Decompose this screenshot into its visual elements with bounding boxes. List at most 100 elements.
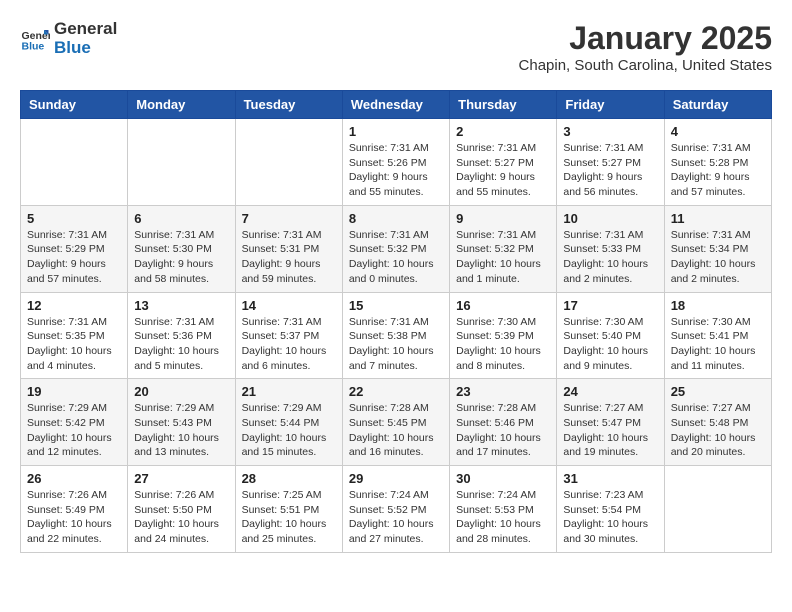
month-title: January 2025: [519, 20, 772, 57]
calendar-cell: 9Sunrise: 7:31 AM Sunset: 5:32 PM Daylig…: [450, 205, 557, 292]
day-info: Sunrise: 7:31 AM Sunset: 5:30 PM Dayligh…: [134, 228, 228, 287]
calendar-cell: 19Sunrise: 7:29 AM Sunset: 5:42 PM Dayli…: [21, 379, 128, 466]
calendar-cell: 23Sunrise: 7:28 AM Sunset: 5:46 PM Dayli…: [450, 379, 557, 466]
calendar-cell: 22 Sunrise: 7:28 AM Sunset: 5:45 PM Dayli…: [342, 379, 449, 466]
day-info: Sunrise: 7:31 AM Sunset: 5:27 PM Dayligh…: [563, 141, 657, 200]
week-row-1: 1 Sunrise: 7:31 AM Sunset: 5:26 PM Daylig…: [21, 119, 772, 206]
day-number: 17: [563, 298, 657, 313]
day-number: 14: [242, 298, 336, 313]
day-number: 23: [456, 384, 550, 399]
day-number: 18: [671, 298, 765, 313]
day-info: Sunrise: 7:24 AM Sunset: 5:53 PM Dayligh…: [456, 488, 550, 547]
calendar-cell: [128, 119, 235, 206]
day-info: Sunrise: 7:23 AM Sunset: 5:54 PM Dayligh…: [563, 488, 657, 547]
day-info: Sunrise: 7:31 AM Sunset: 5:37 PM Dayligh…: [242, 315, 336, 374]
day-number: 3: [563, 124, 657, 139]
logo-icon: General Blue: [20, 24, 50, 54]
day-info: Sunrise: 7:26 AM Sunset: 5:50 PM Dayligh…: [134, 488, 228, 547]
day-number: 7: [242, 211, 336, 226]
day-number: 5: [27, 211, 121, 226]
logo-general: General: [54, 20, 117, 39]
weekday-header-sunday: Sunday: [21, 91, 128, 119]
day-info: Sunrise: 7:31 AM Sunset: 5:29 PM Dayligh…: [27, 228, 121, 287]
day-info: Sunrise: 7:29 AM Sunset: 5:42 PM Dayligh…: [27, 401, 121, 460]
day-number: 28: [242, 471, 336, 486]
week-row-3: 12 Sunrise: 7:31 AM Sunset: 5:35 PM Dayli…: [21, 292, 772, 379]
day-info: Sunrise: 7:31 AM Sunset: 5:32 PM Dayligh…: [456, 228, 550, 287]
day-number: 8: [349, 211, 443, 226]
day-info: Sunrise: 7:31 AM Sunset: 5:34 PM Dayligh…: [671, 228, 765, 287]
calendar-cell: 3 Sunrise: 7:31 AM Sunset: 5:27 PM Daylig…: [557, 119, 664, 206]
day-number: 2: [456, 124, 550, 139]
calendar-cell: 4 Sunrise: 7:31 AM Sunset: 5:28 PM Daylig…: [664, 119, 771, 206]
day-info: Sunrise: 7:31 AM Sunset: 5:28 PM Dayligh…: [671, 141, 765, 200]
calendar-cell: 8 Sunrise: 7:31 AM Sunset: 5:32 PM Daylig…: [342, 205, 449, 292]
logo: General Blue General Blue: [20, 20, 117, 57]
day-info: Sunrise: 7:31 AM Sunset: 5:32 PM Dayligh…: [349, 228, 443, 287]
calendar-cell: [664, 466, 771, 553]
calendar-table: SundayMondayTuesdayWednesdayThursdayFrid…: [20, 90, 772, 553]
weekday-header-row: SundayMondayTuesdayWednesdayThursdayFrid…: [21, 91, 772, 119]
weekday-header-wednesday: Wednesday: [342, 91, 449, 119]
calendar-cell: 11 Sunrise: 7:31 AM Sunset: 5:34 PM Dayli…: [664, 205, 771, 292]
weekday-header-saturday: Saturday: [664, 91, 771, 119]
day-info: Sunrise: 7:31 AM Sunset: 5:38 PM Dayligh…: [349, 315, 443, 374]
svg-text:Blue: Blue: [22, 40, 45, 52]
day-number: 30: [456, 471, 550, 486]
day-number: 1: [349, 124, 443, 139]
day-number: 26: [27, 471, 121, 486]
calendar-cell: 2 Sunrise: 7:31 AM Sunset: 5:27 PM Daylig…: [450, 119, 557, 206]
calendar-cell: 26 Sunrise: 7:26 AM Sunset: 5:49 PM Dayli…: [21, 466, 128, 553]
day-info: Sunrise: 7:29 AM Sunset: 5:43 PM Dayligh…: [134, 401, 228, 460]
title-block: January 2025 Chapin, South Carolina, Uni…: [519, 20, 772, 74]
calendar-cell: 6 Sunrise: 7:31 AM Sunset: 5:30 PM Daylig…: [128, 205, 235, 292]
day-info: Sunrise: 7:31 AM Sunset: 5:27 PM Dayligh…: [456, 141, 550, 200]
calendar-cell: 14 Sunrise: 7:31 AM Sunset: 5:37 PM Dayli…: [235, 292, 342, 379]
week-row-5: 26 Sunrise: 7:26 AM Sunset: 5:49 PM Dayli…: [21, 466, 772, 553]
day-info: Sunrise: 7:26 AM Sunset: 5:49 PM Dayligh…: [27, 488, 121, 547]
calendar-cell: 7 Sunrise: 7:31 AM Sunset: 5:31 PM Daylig…: [235, 205, 342, 292]
week-row-2: 5 Sunrise: 7:31 AM Sunset: 5:29 PM Daylig…: [21, 205, 772, 292]
day-number: 21: [242, 384, 336, 399]
calendar-cell: 30 Sunrise: 7:24 AM Sunset: 5:53 PM Dayli…: [450, 466, 557, 553]
calendar-cell: [21, 119, 128, 206]
calendar-cell: 13Sunrise: 7:31 AM Sunset: 5:36 PM Dayli…: [128, 292, 235, 379]
location: Chapin, South Carolina, United States: [519, 57, 772, 74]
day-info: Sunrise: 7:25 AM Sunset: 5:51 PM Dayligh…: [242, 488, 336, 547]
calendar-cell: 5 Sunrise: 7:31 AM Sunset: 5:29 PM Daylig…: [21, 205, 128, 292]
day-number: 11: [671, 211, 765, 226]
day-info: Sunrise: 7:31 AM Sunset: 5:35 PM Dayligh…: [27, 315, 121, 374]
calendar-cell: 27Sunrise: 7:26 AM Sunset: 5:50 PM Dayli…: [128, 466, 235, 553]
weekday-header-tuesday: Tuesday: [235, 91, 342, 119]
day-number: 20: [134, 384, 228, 399]
day-number: 16: [456, 298, 550, 313]
week-row-4: 19Sunrise: 7:29 AM Sunset: 5:42 PM Dayli…: [21, 379, 772, 466]
day-info: Sunrise: 7:27 AM Sunset: 5:47 PM Dayligh…: [563, 401, 657, 460]
calendar-cell: 16 Sunrise: 7:30 AM Sunset: 5:39 PM Dayli…: [450, 292, 557, 379]
day-number: 29: [349, 471, 443, 486]
day-info: Sunrise: 7:30 AM Sunset: 5:41 PM Dayligh…: [671, 315, 765, 374]
calendar-cell: 24 Sunrise: 7:27 AM Sunset: 5:47 PM Dayli…: [557, 379, 664, 466]
day-info: Sunrise: 7:31 AM Sunset: 5:33 PM Dayligh…: [563, 228, 657, 287]
calendar-cell: [235, 119, 342, 206]
day-info: Sunrise: 7:31 AM Sunset: 5:26 PM Dayligh…: [349, 141, 443, 200]
day-info: Sunrise: 7:29 AM Sunset: 5:44 PM Dayligh…: [242, 401, 336, 460]
day-number: 22: [349, 384, 443, 399]
logo-blue: Blue: [54, 39, 117, 58]
day-number: 12: [27, 298, 121, 313]
day-number: 4: [671, 124, 765, 139]
calendar-cell: 20 Sunrise: 7:29 AM Sunset: 5:43 PM Dayli…: [128, 379, 235, 466]
day-info: Sunrise: 7:31 AM Sunset: 5:31 PM Dayligh…: [242, 228, 336, 287]
day-number: 24: [563, 384, 657, 399]
weekday-header-thursday: Thursday: [450, 91, 557, 119]
calendar-cell: 10Sunrise: 7:31 AM Sunset: 5:33 PM Dayli…: [557, 205, 664, 292]
day-number: 6: [134, 211, 228, 226]
calendar-cell: 12 Sunrise: 7:31 AM Sunset: 5:35 PM Dayli…: [21, 292, 128, 379]
calendar-cell: 29 Sunrise: 7:24 AM Sunset: 5:52 PM Dayli…: [342, 466, 449, 553]
day-info: Sunrise: 7:28 AM Sunset: 5:45 PM Dayligh…: [349, 401, 443, 460]
day-number: 31: [563, 471, 657, 486]
day-number: 25: [671, 384, 765, 399]
day-info: Sunrise: 7:30 AM Sunset: 5:39 PM Dayligh…: [456, 315, 550, 374]
day-info: Sunrise: 7:27 AM Sunset: 5:48 PM Dayligh…: [671, 401, 765, 460]
day-info: Sunrise: 7:24 AM Sunset: 5:52 PM Dayligh…: [349, 488, 443, 547]
